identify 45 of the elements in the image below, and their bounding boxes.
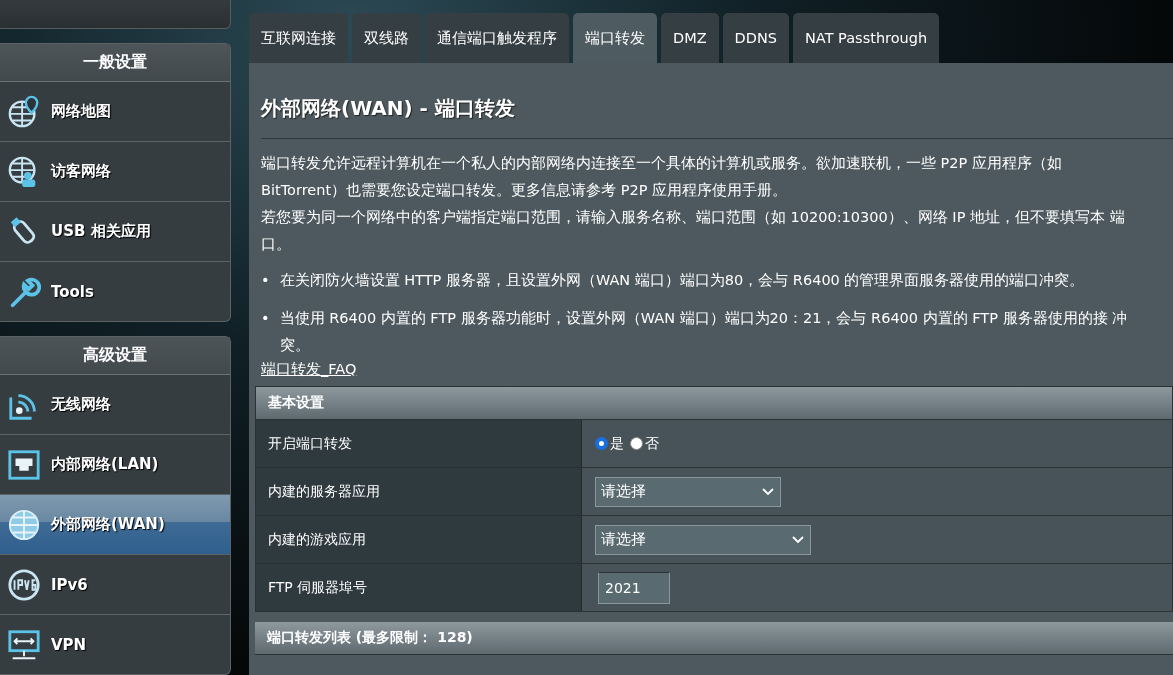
section-header: 端口转发列表 (最多限制： 128) [255, 622, 1173, 655]
sidebar-section-title: 高级设置 [0, 337, 230, 375]
globe-pin-icon [7, 94, 41, 129]
tab[interactable]: 通信端口触发程序 [425, 13, 569, 63]
monitor-arrows-icon [7, 627, 41, 662]
ethernet-port-icon [7, 447, 41, 482]
page-title: 外部网络(WAN) - 端口转发 [261, 95, 516, 122]
radio-button[interactable] [595, 437, 608, 450]
input-field[interactable]: 2021 [598, 571, 670, 604]
tab[interactable]: 双线路 [352, 13, 421, 63]
faq-link[interactable]: 端口转发_FAQ [261, 359, 357, 379]
sidebar-item[interactable]: 网络地图 [0, 82, 230, 142]
chevron-down-icon [792, 535, 804, 544]
tab[interactable]: 端口转发 [573, 13, 657, 63]
sidebar-item[interactable]: IPv6 [0, 555, 230, 615]
tab[interactable]: NAT Passthrough [793, 13, 940, 63]
sidebar-item[interactable]: 访客网络 [0, 142, 230, 202]
radio-option[interactable]: 否 [630, 434, 659, 453]
sidebar-item[interactable]: USB 相关应用 [0, 202, 230, 262]
globe-icon [7, 567, 41, 602]
sidebar-item[interactable]: 外部网络(WAN) [0, 495, 230, 555]
bullet-marker: • [261, 271, 270, 290]
tab[interactable]: 互联网连接 [249, 13, 348, 63]
tab[interactable]: DDNS [722, 13, 789, 63]
bullet-marker: • [261, 309, 270, 328]
tab[interactable]: DMZ [661, 13, 719, 63]
note-text: 当使用 R6400 内置的 FTP 服务器功能时，设置外网（WAN 端口）端口为20：21，会与 R6400 内置的 FTP 服务器使用的接 冲突。 [279, 309, 1129, 355]
radio-button[interactable] [630, 437, 643, 450]
setting-label: FTP 伺服器埠号 [256, 564, 582, 611]
setting-label: 内建的游戏应用 [256, 516, 582, 563]
setting-label: 内建的服务器应用 [256, 468, 582, 515]
description-text: 若您要为同一个网络中的客户端指定端口范围，请输入服务名称、端口范围（如 10200:10300）、网络 IP 地址，但不要填写本 端口。 [261, 208, 1126, 254]
setting-label: 开启端口转发 [256, 420, 582, 467]
dropdown[interactable]: 请选择 [595, 476, 781, 507]
radio-option[interactable]: 是 [595, 434, 624, 453]
sidebar-item[interactable]: Tools [0, 262, 230, 321]
section-header: 基本设置 [256, 387, 1172, 420]
chevron-down-icon [762, 487, 774, 496]
dropdown[interactable]: 请选择 [595, 524, 811, 555]
note-text: 在关闭防火墙设置 HTTP 服务器，且设置外网（WAN 端口）端口为80，会与 R6400 的管理界面服务器使用的端口冲突。 [279, 271, 1085, 290]
sidebar-item[interactable]: 无线网络 [0, 375, 230, 435]
sidebar-item[interactable]: VPN [0, 615, 230, 674]
sidebar-section-title: 一般设置 [0, 44, 230, 82]
globe-icon [7, 507, 41, 542]
description-text: 端口转发允许远程计算机在一个私人的内部网络内连接至一个具体的计算机或服务。欲加速联机，一些 P2P 应用程序（如 BitTorrent）也需要您设定端口转发。更多信息请参考 P2P 应用程序使用手册。 [261, 154, 1063, 200]
